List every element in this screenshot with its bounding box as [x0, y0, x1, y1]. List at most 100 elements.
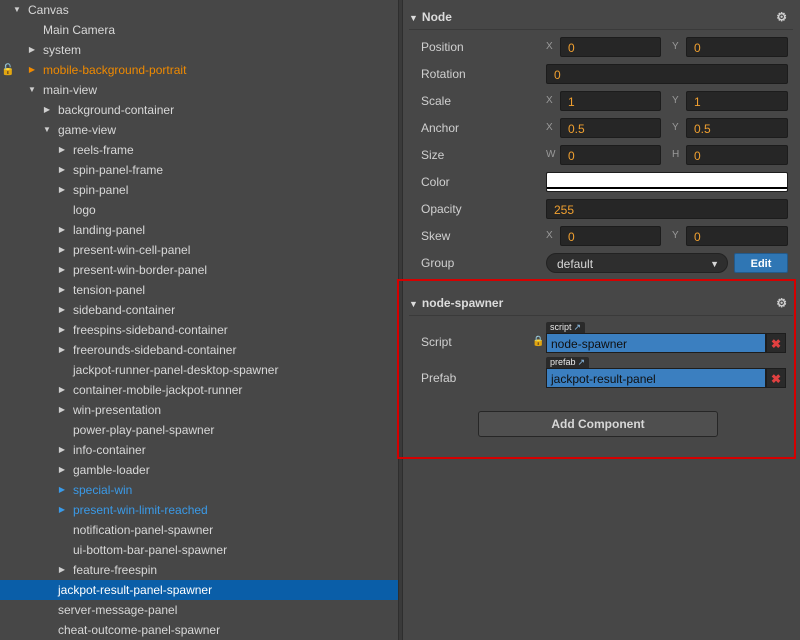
gear-icon[interactable]: ⚙	[776, 6, 787, 28]
expand-right-icon[interactable]: ▶	[57, 140, 67, 160]
expand-down-icon[interactable]: ▼	[27, 80, 37, 100]
skew-label: Skew	[421, 229, 451, 243]
tree-item[interactable]: ▶ win-presentation	[0, 400, 398, 420]
expand-right-icon[interactable]: ▶	[57, 500, 67, 520]
anchor-x-field[interactable]: 0.5	[560, 118, 661, 138]
tree-item-label: landing-panel	[73, 223, 146, 237]
scale-x-field[interactable]: 1	[560, 91, 661, 111]
expand-right-icon[interactable]: ▶	[57, 340, 67, 360]
expand-right-icon[interactable]: ▶	[57, 220, 67, 240]
tree-item[interactable]: ▼ game-view	[0, 120, 398, 140]
tree-item[interactable]: ▶ system	[0, 40, 398, 60]
expand-right-icon[interactable]: ▶	[57, 240, 67, 260]
expand-right-icon[interactable]: ▶	[57, 380, 67, 400]
node-section-header[interactable]: ▼ Node ⚙	[409, 6, 793, 28]
expand-down-icon[interactable]: ▼	[12, 0, 22, 20]
tree-item[interactable]: ▶ present-win-border-panel	[0, 260, 398, 280]
tree-item[interactable]: ▶ special-win	[0, 480, 398, 500]
group-edit-button[interactable]: Edit	[734, 253, 788, 273]
gear-icon[interactable]: ⚙	[776, 292, 787, 314]
tree-item[interactable]: ▼ Canvas	[0, 0, 398, 20]
tree-item-label: reels-frame	[73, 143, 134, 157]
inspector-panel: ▼ Node ⚙ Position X 0 Y 0 Rotation 0 Scal…	[403, 0, 800, 640]
prefab-asset-field[interactable]: jackpot-result-panel	[546, 368, 766, 388]
tree-item[interactable]: Main Camera	[0, 20, 398, 40]
tree-item[interactable]: ▶ landing-panel	[0, 220, 398, 240]
tree-item-label: info-container	[73, 443, 146, 457]
component-section-header[interactable]: ▼ node-spawner ⚙	[409, 292, 793, 314]
tree-item[interactable]: cheat-outcome-panel-spawner	[0, 620, 398, 640]
open-external-icon[interactable]: ↗	[578, 357, 586, 367]
tree-item-label: container-mobile-jackpot-runner	[73, 383, 243, 397]
expand-right-icon[interactable]: ▶	[57, 300, 67, 320]
expand-right-icon[interactable]: ▶	[57, 320, 67, 340]
tree-item[interactable]: 🔓 ▶ mobile-background-portrait	[0, 60, 398, 80]
expand-right-icon[interactable]: ▶	[57, 480, 67, 500]
tree-item[interactable]: ▶ present-win-limit-reached	[0, 500, 398, 520]
tree-item[interactable]: ▶ freespins-sideband-container	[0, 320, 398, 340]
tree-item-label: cheat-outcome-panel-spawner	[58, 623, 221, 637]
opacity-field[interactable]: 255	[546, 199, 788, 219]
tree-item[interactable]: ▶ spin-panel-frame	[0, 160, 398, 180]
unlock-icon[interactable]: 🔓	[1, 60, 15, 80]
expand-right-icon[interactable]: ▶	[27, 60, 37, 80]
script-clear-button[interactable]: ✖	[766, 333, 786, 353]
expand-right-icon[interactable]: ▶	[42, 100, 52, 120]
divider	[409, 29, 793, 30]
tree-item[interactable]: ▶ feature-freespin	[0, 560, 398, 580]
anchor-y-axis: Y	[672, 122, 679, 133]
size-h-field[interactable]: 0	[686, 145, 788, 165]
tree-item[interactable]: ▶ present-win-cell-panel	[0, 240, 398, 260]
tree-item[interactable]: ▶ info-container	[0, 440, 398, 460]
tree-item-label: system	[43, 43, 82, 57]
expand-right-icon[interactable]: ▶	[57, 180, 67, 200]
position-x-field[interactable]: 0	[560, 37, 661, 57]
tree-item[interactable]: ▶ reels-frame	[0, 140, 398, 160]
collapse-arrow-icon[interactable]: ▼	[409, 13, 418, 23]
tree-item[interactable]: ▶ container-mobile-jackpot-runner	[0, 380, 398, 400]
collapse-arrow-icon[interactable]: ▼	[409, 299, 418, 309]
position-label: Position	[421, 40, 464, 54]
tree-item[interactable]: logo	[0, 200, 398, 220]
tree-item[interactable]: jackpot-runner-panel-desktop-spawner	[0, 360, 398, 380]
group-select[interactable]: default ▼	[546, 253, 728, 273]
tree-item[interactable]: ▶ background-container	[0, 100, 398, 120]
skew-x-field[interactable]: 0	[560, 226, 661, 246]
position-y-field[interactable]: 0	[686, 37, 788, 57]
expand-down-icon[interactable]: ▼	[42, 120, 52, 140]
tree-item[interactable]: ▶ spin-panel	[0, 180, 398, 200]
group-label: Group	[421, 256, 455, 270]
expand-right-icon[interactable]: ▶	[57, 400, 67, 420]
tree-item[interactable]: jackpot-result-panel-spawner	[0, 580, 398, 600]
rotation-field[interactable]: 0	[546, 64, 788, 84]
prefab-clear-button[interactable]: ✖	[766, 368, 786, 388]
scale-y-field[interactable]: 1	[686, 91, 788, 111]
tree-item[interactable]: ▼ main-view	[0, 80, 398, 100]
size-w-field[interactable]: 0	[560, 145, 661, 165]
prefab-label: Prefab	[421, 371, 457, 385]
color-swatch[interactable]	[546, 172, 788, 192]
expand-right-icon[interactable]: ▶	[57, 260, 67, 280]
tree-item[interactable]: notification-panel-spawner	[0, 520, 398, 540]
tree-item[interactable]: ▶ gamble-loader	[0, 460, 398, 480]
open-external-icon[interactable]: ↗	[574, 322, 582, 332]
tree-item[interactable]: ui-bottom-bar-panel-spawner	[0, 540, 398, 560]
expand-right-icon[interactable]: ▶	[57, 440, 67, 460]
expand-right-icon[interactable]: ▶	[57, 160, 67, 180]
tree-item[interactable]: ▶ tension-panel	[0, 280, 398, 300]
expand-right-icon[interactable]: ▶	[27, 40, 37, 60]
skew-y-field[interactable]: 0	[686, 226, 788, 246]
add-component-button[interactable]: Add Component	[478, 411, 718, 437]
expand-right-icon[interactable]: ▶	[57, 460, 67, 480]
script-asset-field[interactable]: node-spawner	[546, 333, 766, 353]
expand-right-icon[interactable]: ▶	[57, 280, 67, 300]
tree-item-label: Main Camera	[43, 23, 116, 37]
tree-item[interactable]: power-play-panel-spawner	[0, 420, 398, 440]
expand-right-icon[interactable]: ▶	[57, 560, 67, 580]
tree-item[interactable]: ▶ sideband-container	[0, 300, 398, 320]
anchor-y-field[interactable]: 0.5	[686, 118, 788, 138]
caret-down-icon: ▼	[710, 259, 719, 269]
tree-item[interactable]: server-message-panel	[0, 600, 398, 620]
tree-item-label: ui-bottom-bar-panel-spawner	[73, 543, 228, 557]
tree-item[interactable]: ▶ freerounds-sideband-container	[0, 340, 398, 360]
